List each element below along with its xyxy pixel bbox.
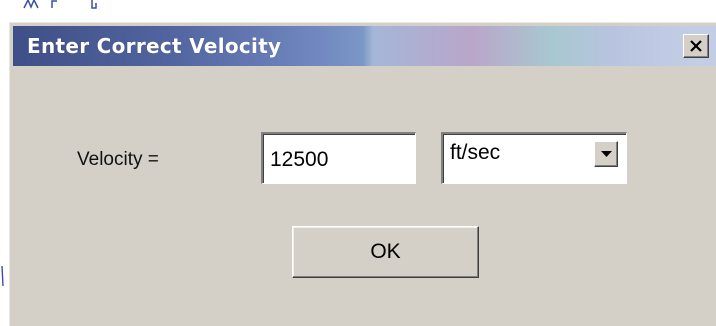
close-icon [689, 40, 703, 52]
close-button[interactable] [683, 34, 709, 58]
velocity-input[interactable] [261, 132, 416, 184]
unit-select[interactable]: ft/sec [441, 132, 627, 184]
dialog-titlebar[interactable]: Enter Correct Velocity [13, 26, 716, 66]
background-window-fragment [22, 0, 132, 18]
dialog-title: Enter Correct Velocity [27, 34, 282, 58]
unit-dropdown-button[interactable] [594, 141, 618, 167]
unit-selected-value: ft/sec [450, 141, 501, 164]
velocity-label: Velocity = [77, 149, 159, 170]
background-window-edge [0, 265, 6, 288]
chevron-down-icon [600, 150, 612, 158]
ok-button[interactable]: OK [292, 226, 479, 278]
velocity-dialog: Enter Correct Velocity Velocity = ft/sec… [9, 22, 716, 326]
